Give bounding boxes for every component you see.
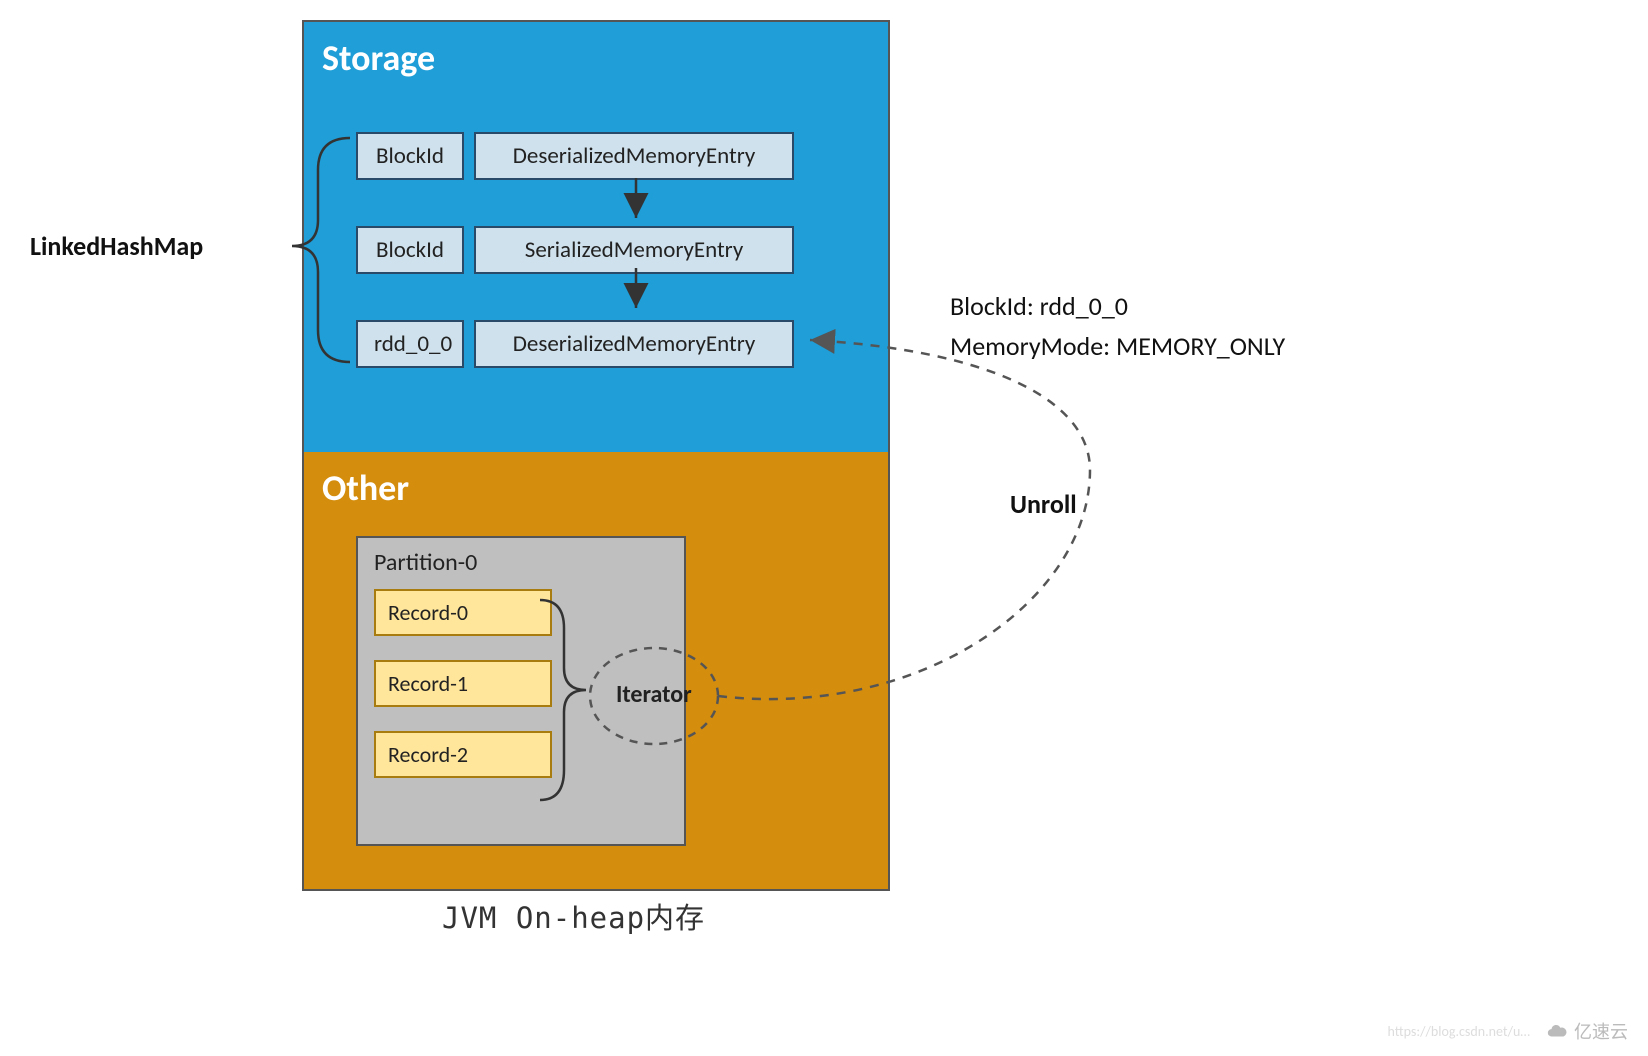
map-value-cell: SerializedMemoryEntry <box>474 226 794 274</box>
other-title: Other <box>322 466 870 510</box>
other-section: Other Partition-0 Record-0 Record-1 Reco… <box>304 452 888 889</box>
map-rows: BlockId DeserializedMemoryEntry BlockId … <box>356 132 794 368</box>
map-key-cell: rdd_0_0 <box>356 320 464 368</box>
linked-hashmap-label: LinkedHashMap <box>30 230 203 262</box>
record-box: Record-2 <box>374 731 552 778</box>
annotation-memorymode: MemoryMode: MEMORY_ONLY <box>950 330 1285 362</box>
map-row: BlockId SerializedMemoryEntry <box>356 226 794 274</box>
partition-title: Partition-0 <box>374 548 668 577</box>
watermark-url: https://blog.csdn.net/u… <box>1387 1023 1530 1040</box>
storage-title: Storage <box>322 36 870 80</box>
watermark-brand: 亿速云 <box>1574 1018 1628 1044</box>
map-value-cell: DeserializedMemoryEntry <box>474 320 794 368</box>
map-key-cell: BlockId <box>356 226 464 274</box>
annotation-blockid: BlockId: rdd_0_0 <box>950 290 1128 322</box>
map-row: BlockId DeserializedMemoryEntry <box>356 132 794 180</box>
diagram-caption: JVM On-heap内存 <box>442 895 705 937</box>
map-row: rdd_0_0 DeserializedMemoryEntry <box>356 320 794 368</box>
record-box: Record-1 <box>374 660 552 707</box>
map-key-cell: BlockId <box>356 132 464 180</box>
cloud-icon <box>1546 1020 1568 1042</box>
partition-box: Partition-0 Record-0 Record-1 Record-2 I… <box>356 536 686 846</box>
record-box: Record-0 <box>374 589 552 636</box>
storage-section: Storage BlockId DeserializedMemoryEntry … <box>304 22 888 452</box>
iterator-label: Iterator <box>616 680 692 709</box>
jvm-memory-container: Storage BlockId DeserializedMemoryEntry … <box>302 20 890 891</box>
watermark: https://blog.csdn.net/u… 亿速云 <box>1387 1018 1628 1044</box>
map-value-cell: DeserializedMemoryEntry <box>474 132 794 180</box>
annotation-unroll: Unroll <box>1010 488 1077 520</box>
